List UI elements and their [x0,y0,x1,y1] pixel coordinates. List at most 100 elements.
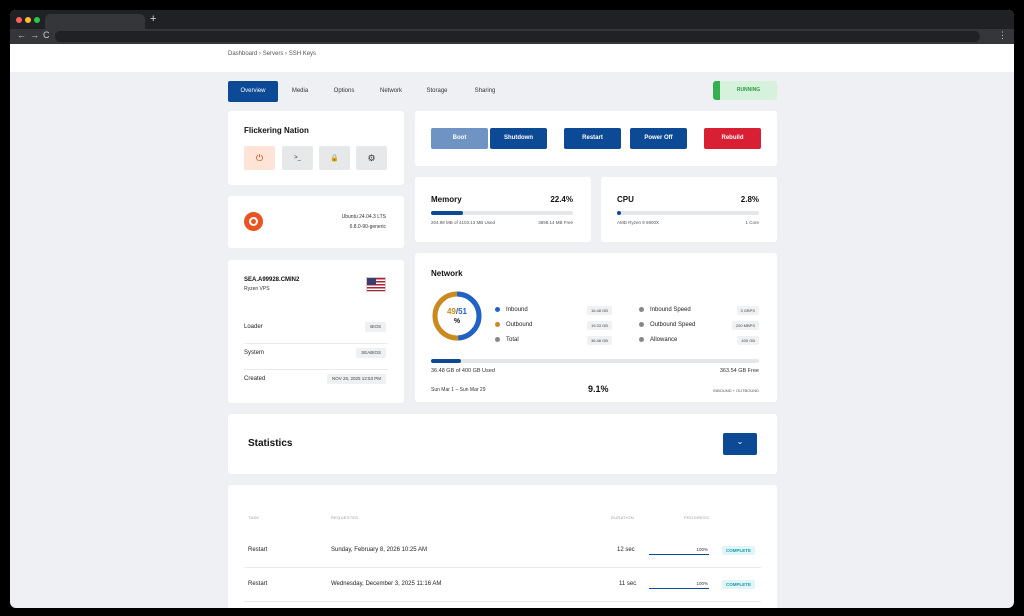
task-progress-label: 100% [696,581,708,586]
statistics-title: Statistics [248,438,293,449]
cpu-card: CPU 2.8% AMD Ryzen 9 5900X 1 Core [601,177,777,242]
system-value: SEABIOS [356,348,386,358]
system-label: System [244,350,265,356]
settings-button[interactable]: ⚙ [356,146,387,170]
bandwidth-free: 363.54 GB Free [719,368,759,374]
loader-value: BIOS [365,322,386,332]
legend-dot [639,337,644,342]
task-name: Restart [248,581,268,587]
column-header-requested: REQUESTED [331,515,359,520]
legend-dot [639,322,644,327]
forward-icon[interactable]: → [30,30,39,40]
os-kernel: 6.8.0-90-generic [349,224,386,230]
task-progress-label: 100% [696,547,708,552]
shutdown-button[interactable]: Shutdown [490,128,547,149]
reload-icon[interactable]: C [43,30,50,40]
new-tab-button[interactable]: + [150,13,156,25]
power-actions-card: Boot Shutdown Restart Power Off Rebuild [415,111,777,166]
donut-total: 51 [458,307,468,316]
column-header-progress: PROGRESS [684,515,710,520]
server-name: Flickering Nation [244,126,309,135]
breadcrumb-separator: › [259,51,262,57]
os-name: Ubuntu 24.04.3 LTS [341,214,386,220]
divider [244,567,761,568]
outbound-value: 19.33 GB [587,321,612,330]
tab-overview[interactable]: Overview [228,81,278,102]
cpu-usage-bar [617,211,759,215]
task-progress: 100% [649,580,709,589]
console-button[interactable]: >_ [282,146,313,170]
power-button[interactable]: ⏻ [244,146,275,170]
task-requested: Wednesday, December 3, 2025 11:16 AM [331,581,442,587]
task-requested: Sunday, February 8, 2026 10:25 AM [331,547,427,553]
back-icon[interactable]: ← [17,30,26,40]
lock-icon: 🔒 [330,155,339,162]
location-card: SEA.A99928.CMIN2 Ryzen VPS Loader BIOS S… [228,260,404,403]
loader-label: Loader [244,324,263,330]
divider [244,343,388,344]
os-card: Ubuntu 24.04.3 LTS 6.8.0-90-generic [228,196,404,248]
memory-percent: 22.4% [550,195,573,204]
breadcrumb: Dashboard › Servers › SSH Keys [228,51,316,57]
terminal-icon: >_ [294,155,301,161]
bandwidth-percent: 9.1% [588,384,609,394]
legend-total: Total [495,337,519,343]
memory-title: Memory [431,195,462,204]
tab-storage[interactable]: Storage [416,81,458,102]
bandwidth-usage-fill [431,359,461,363]
browser-menu-icon[interactable]: ⋮ [998,30,1007,41]
cpu-percent: 2.8% [740,195,759,204]
bandwidth-mode: INBOUND + OUTBOUND [713,388,759,393]
tab-media[interactable]: Media [280,81,320,102]
column-header-duration: DURATION [611,515,634,520]
cpu-cores: 1 Core [745,220,759,225]
statistics-dropdown-button[interactable]: ⌄ [723,433,757,455]
browser-window: + ← → C ⋮ Dashboard › Servers › SSH Keys… [10,10,1014,608]
legend-dot [495,322,500,327]
rebuild-button[interactable]: Rebuild [704,128,761,149]
maximize-window-icon[interactable] [34,17,40,23]
donut-label: 49/51% [431,307,483,326]
tab-network[interactable]: Network [370,81,412,102]
restart-button[interactable]: Restart [564,128,621,149]
minimize-window-icon[interactable] [25,17,31,23]
breadcrumb-item-servers[interactable]: Servers [263,51,284,57]
memory-free: 3898.14 MB Free [538,220,573,225]
task-duration: 12 sec [617,547,635,553]
server-card: Flickering Nation ⏻ >_ 🔒 ⚙ [228,111,404,185]
boot-button[interactable]: Boot [431,128,488,149]
power-off-button[interactable]: Power Off [630,128,687,149]
tab-options[interactable]: Options [324,81,364,102]
address-bar[interactable] [55,31,980,42]
browser-tab[interactable] [45,14,145,29]
tab-sharing[interactable]: Sharing [464,81,506,102]
task-status-badge: COMPLETE [722,580,756,589]
legend-dot [495,337,500,342]
close-window-icon[interactable] [16,17,22,23]
top-header [10,44,1014,72]
donut-value: 49 [446,307,456,316]
network-card: Network 49/51% Inbound 16.48 GB Outbound… [415,253,777,402]
outbound-speed-value: 200 MBPS [731,321,759,330]
memory-card: Memory 22.4% 204.98 MB of 4103.13 MB Use… [415,177,591,242]
total-value: 36.48 GB [587,336,612,345]
breadcrumb-item-dashboard[interactable]: Dashboard [228,51,257,57]
power-icon: ⏻ [255,152,264,163]
allowance-value: 400 GB [737,336,759,345]
task-duration: 11 sec [619,581,637,587]
lock-button[interactable]: 🔒 [319,146,350,170]
statistics-card: Statistics ⌄ [228,414,777,474]
status-badge: RUNNING [713,81,777,100]
bandwidth-usage-bar [431,359,759,363]
task-progress: 100% [649,546,709,555]
browser-tab-bar: + [10,10,1014,29]
legend-inbound: Inbound [495,307,528,313]
inbound-speed-value: 3 GBPS [736,306,759,315]
legend-inbound-speed: Inbound Speed [639,307,691,313]
billing-period: Sun Mar 1 – Sun Mar 29 [431,387,486,393]
memory-used: 204.98 MB of 4103.13 MB Used [431,220,496,225]
ubuntu-icon [244,212,263,231]
breadcrumb-item-ssh-keys[interactable]: SSH Keys [289,51,316,57]
created-value: NOV 26, 2025 12:53 PM [326,374,386,384]
server-plan: Ryzen VPS [244,286,270,292]
